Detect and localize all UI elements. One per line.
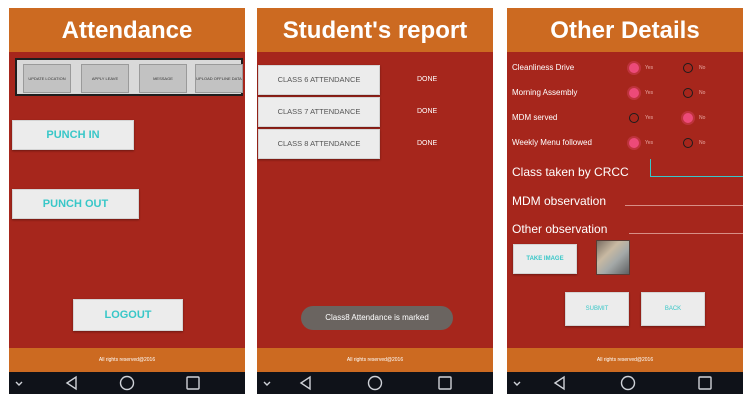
footer-copyright: All rights reserved@2016 [507,348,743,372]
status-label: DONE [417,76,438,83]
back-triangle-icon[interactable] [299,375,311,391]
yes-label: Yes [645,65,654,71]
no-radio[interactable] [683,113,693,123]
logout-button[interactable]: LOGOUT [73,299,183,331]
back-button[interactable]: BACK [641,292,705,326]
footer-copyright: All rights reserved@2016 [9,348,245,372]
submit-button[interactable]: SUBMIT [565,292,629,326]
yes-radio[interactable] [629,63,639,73]
question-label: Weekly Menu followed [512,138,592,147]
field-underline [625,205,743,206]
page-title: Student's report [257,8,493,52]
no-radio[interactable] [683,88,693,98]
thumbnail-image[interactable] [596,240,630,275]
chevron-down-icon[interactable] [15,381,23,386]
punch-out-button[interactable]: PUNCH OUT [12,189,139,219]
page-title: Attendance [9,8,245,52]
attendance-screen: Attendance UPDATE LOCATION APPLY LEAVE M… [9,8,245,394]
class-7-attendance-button[interactable]: CLASS 7 ATTENDANCE [258,97,380,127]
student-report-screen: Student's report CLASS 6 ATTENDANCE DONE… [257,8,493,394]
android-nav-bar [507,372,743,394]
chevron-down-icon[interactable] [263,381,271,386]
class-6-attendance-button[interactable]: CLASS 6 ATTENDANCE [258,65,380,95]
yes-radio[interactable] [629,138,639,148]
recents-square-icon[interactable] [438,376,452,390]
field-underline [650,176,743,177]
no-label: No [699,90,706,96]
recents-square-icon[interactable] [186,376,200,390]
message-button[interactable]: MESSAGE [139,64,187,93]
question-label: Cleanliness Drive [512,63,575,72]
yes-label: Yes [645,140,654,146]
upload-offline-data-button[interactable]: UPLOAD OFFLINE DATA [195,64,243,93]
toast-message: Class8 Attendance is marked [301,306,453,330]
yes-radio[interactable] [629,88,639,98]
android-nav-bar [9,372,245,394]
other-details-screen: Other Details Cleanliness Drive Yes No M… [507,8,743,394]
back-triangle-icon[interactable] [65,375,77,391]
no-label: No [699,140,706,146]
no-label: No [699,65,706,71]
page-title: Other Details [507,8,743,52]
no-label: No [699,115,706,121]
footer-copyright: All rights reserved@2016 [257,348,493,372]
action-toolbar: UPDATE LOCATION APPLY LEAVE MESSAGE UPLO… [15,58,243,96]
text-cursor [650,159,651,177]
home-circle-icon[interactable] [119,375,135,391]
no-radio[interactable] [683,138,693,148]
class-8-attendance-button[interactable]: CLASS 8 ATTENDANCE [258,129,380,159]
status-label: DONE [417,140,438,147]
question-label: Morning Assembly [512,88,578,97]
yes-label: Yes [645,90,654,96]
yes-label: Yes [645,115,654,121]
status-label: DONE [417,108,438,115]
back-triangle-icon[interactable] [553,375,565,391]
yes-radio[interactable] [629,113,639,123]
mdm-observation-field[interactable]: MDM observation [512,194,606,208]
android-nav-bar [257,372,493,394]
no-radio[interactable] [683,63,693,73]
update-location-button[interactable]: UPDATE LOCATION [23,64,71,93]
punch-in-button[interactable]: PUNCH IN [12,120,134,150]
home-circle-icon[interactable] [620,375,636,391]
field-underline [629,233,743,234]
class-taken-by-crcc-field[interactable]: Class taken by CRCC [512,165,629,179]
recents-square-icon[interactable] [698,376,712,390]
home-circle-icon[interactable] [367,375,383,391]
chevron-down-icon[interactable] [513,381,521,386]
question-label: MDM served [512,113,558,122]
take-image-button[interactable]: TAKE IMAGE [513,244,577,274]
other-observation-field[interactable]: Other observation [512,222,607,236]
apply-leave-button[interactable]: APPLY LEAVE [81,64,129,93]
